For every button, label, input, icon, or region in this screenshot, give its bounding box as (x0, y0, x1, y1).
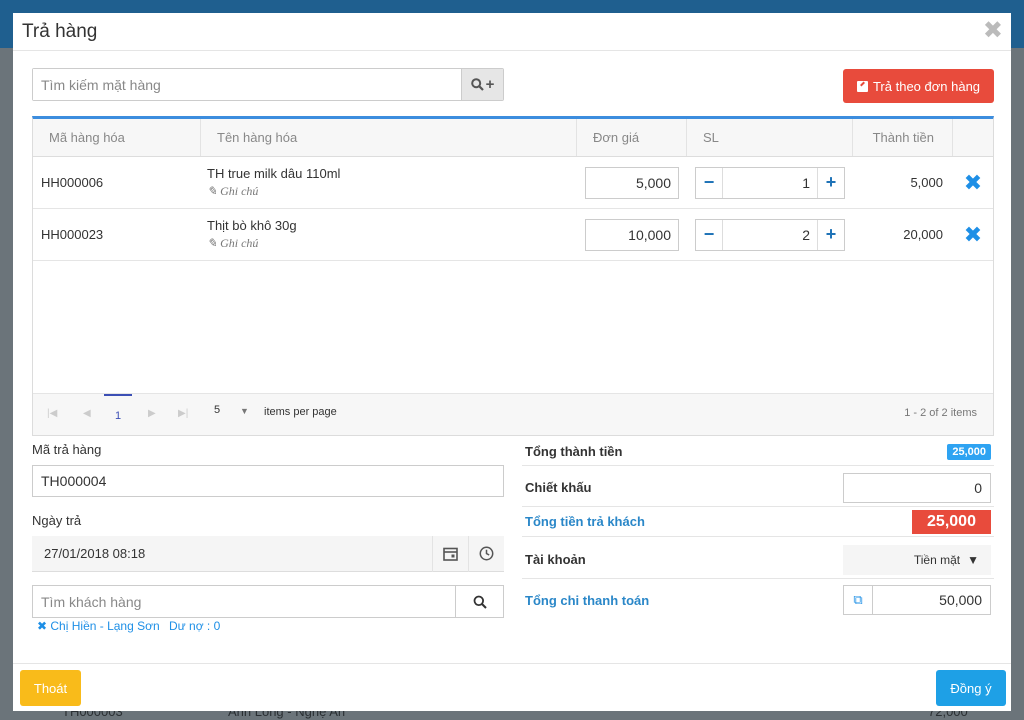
row-price-cell: 5,000 (577, 157, 687, 208)
summary-refund-badge: 25,000 (912, 509, 991, 534)
modal-footer: Thoát Đồng ý (13, 663, 1011, 711)
summary-account-row: Tài khoản Tiền mặt ▼ (522, 541, 994, 579)
row-note-link[interactable]: ✎ Ghi chú (207, 184, 258, 199)
return-code-field[interactable]: TH000004 (32, 465, 504, 497)
modal-title: Trả hàng (22, 21, 98, 42)
row-name-cell: TH true milk dâu 110ml ✎ Ghi chú (201, 157, 577, 208)
caret-down-icon: ▼ (967, 552, 979, 567)
row-qty-input[interactable]: 2 (722, 219, 818, 250)
page-size-label: items per page (264, 406, 337, 418)
plus-icon[interactable]: + (818, 220, 844, 250)
grid-header: Mã hàng hóa Tên hàng hóa Đơn giá SL Thàn… (33, 119, 993, 157)
search-icon (470, 78, 484, 91)
row-qty-cell: − 1 + (687, 157, 853, 208)
return-items-grid: Mã hàng hóa Tên hàng hóa Đơn giá SL Thàn… (32, 116, 994, 436)
plus-icon: + (485, 76, 495, 93)
page-size-value[interactable]: 5 (214, 404, 220, 416)
row-price-input[interactable]: 10,000 (585, 218, 679, 251)
remove-customer-icon[interactable]: ✖ (37, 619, 50, 633)
delete-row-icon[interactable]: ✖ (953, 209, 993, 260)
summary-payment-label: Tổng chi thanh toán (525, 592, 650, 608)
row-price-input[interactable]: 5,000 (585, 166, 679, 199)
selected-customer-name: Chị Hiền - Lạng Sơn (50, 619, 160, 633)
last-page-icon[interactable]: ▶| (178, 408, 188, 419)
summary-account-label: Tài khoản (525, 552, 586, 567)
delete-row-icon[interactable]: ✖ (953, 157, 993, 208)
discount-input[interactable]: 0 (843, 472, 991, 503)
return-code-label: Mã trả hàng (32, 442, 102, 457)
edit-note-icon: ✎ (207, 184, 221, 198)
table-row: HH000023 Thịt bò khô 30g ✎ Ghi chú 10,00… (33, 209, 993, 261)
plus-icon[interactable]: + (818, 168, 844, 198)
account-select[interactable]: Tiền mặt ▼ (843, 544, 991, 575)
payment-field: ⧉ 50,000 (843, 585, 991, 615)
table-row: HH000006 TH true milk dâu 110ml ✎ Ghi ch… (33, 157, 993, 209)
customer-search-input[interactable] (33, 586, 455, 617)
row-name-cell: Thịt bò khô 30g ✎ Ghi chú (201, 209, 577, 260)
column-header-name[interactable]: Tên hàng hóa (201, 119, 577, 156)
quantity-stepper: − 2 + (695, 218, 845, 251)
clock-icon[interactable] (468, 535, 504, 572)
payment-input[interactable]: 50,000 (873, 586, 990, 614)
first-page-icon[interactable]: |◀ (47, 408, 57, 419)
column-header-total[interactable]: Thành tiền (853, 119, 953, 156)
return-goods-modal: Trả hàng ✖ + Trả theo đơn hàng Mã hàng h… (13, 13, 1011, 711)
summary-total-row: Tổng thành tiền 25,000 (522, 438, 994, 466)
confirm-button[interactable]: Đồng ý (936, 670, 1006, 706)
summary-payment-row: Tổng chi thanh toán ⧉ 50,000 (522, 581, 994, 619)
chevron-down-icon[interactable]: ▼ (240, 406, 249, 416)
product-search: + (32, 68, 504, 101)
search-plus-button[interactable]: + (461, 69, 503, 100)
return-date-field: 27/01/2018 08:18 (32, 535, 504, 572)
copy-icon[interactable]: ⧉ (844, 586, 873, 614)
next-page-icon[interactable]: ▶ (148, 408, 156, 419)
summary-discount-row: Chiết khấu 0 (522, 469, 994, 507)
row-qty-input[interactable]: 1 (722, 167, 818, 198)
minus-icon[interactable]: − (696, 168, 722, 198)
row-code: HH000006 (41, 175, 104, 190)
row-note-link[interactable]: ✎ Ghi chú (207, 236, 258, 251)
row-note-label: Ghi chú (220, 184, 259, 198)
row-name: Thịt bò khô 30g (207, 218, 297, 233)
modal-header: Trả hàng ✖ (13, 13, 1011, 51)
row-price-cell: 10,000 (577, 209, 687, 260)
quantity-stepper: − 1 + (695, 166, 845, 199)
selected-customer-tag[interactable]: ✖ Chị Hiền - Lạng Sơn (37, 619, 160, 633)
row-total: 20,000 (903, 227, 943, 242)
grid-pager: |◀ ◀ 1 ▶ ▶| 5 ▼ items per page 1 - 2 of … (33, 393, 993, 435)
minus-icon[interactable]: − (696, 220, 722, 250)
row-note-label: Ghi chú (220, 236, 259, 250)
return-date-label: Ngày trả (32, 513, 82, 528)
row-name: TH true milk dâu 110ml (207, 166, 341, 181)
column-header-price[interactable]: Đơn giá (577, 119, 687, 156)
prev-page-icon[interactable]: ◀ (83, 408, 91, 419)
search-icon[interactable] (455, 586, 503, 617)
column-header-actions (953, 119, 993, 156)
calendar-icon[interactable] (432, 535, 468, 572)
summary-refund-row: Tổng tiền trả khách 25,000 (522, 507, 994, 537)
summary-total-badge: 25,000 (947, 443, 991, 460)
summary-discount-label: Chiết khấu (525, 480, 592, 495)
summary-total-label: Tổng thành tiền (525, 444, 623, 459)
return-by-order-label: Trả theo đơn hàng (872, 78, 981, 94)
account-select-value: Tiền mặt (913, 552, 961, 567)
summary-refund-label: Tổng tiền trả khách (525, 514, 645, 529)
return-date-value[interactable]: 27/01/2018 08:18 (32, 546, 432, 561)
edit-icon (856, 80, 868, 92)
return-by-order-button[interactable]: Trả theo đơn hàng (843, 69, 994, 103)
customer-debt: Dư nợ : 0 (169, 619, 221, 633)
customer-search (32, 585, 504, 618)
column-header-code[interactable]: Mã hàng hóa (33, 119, 201, 156)
row-code: HH000023 (41, 227, 104, 242)
exit-button[interactable]: Thoát (20, 670, 81, 706)
edit-note-icon: ✎ (207, 236, 221, 250)
close-icon[interactable]: ✖ (983, 16, 1003, 45)
row-total: 5,000 (910, 175, 943, 190)
pager-info: 1 - 2 of 2 items (904, 407, 977, 419)
page-number-current[interactable]: 1 (104, 394, 132, 436)
column-header-qty[interactable]: SL (687, 119, 853, 156)
product-search-input[interactable] (33, 69, 461, 100)
row-qty-cell: − 2 + (687, 209, 853, 260)
